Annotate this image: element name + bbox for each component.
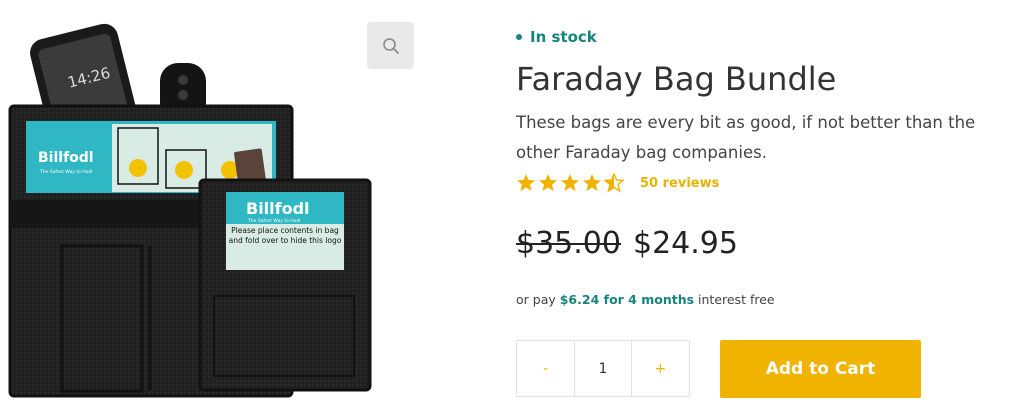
small-bag-tagline: The Safest Way to Hodl [247,218,301,224]
stock-status: In stock [516,28,597,46]
installment-suffix: interest free [694,292,775,307]
rating-stars [516,173,624,193]
decrease-quantity-button[interactable]: - [517,341,574,396]
product-title: Faraday Bag Bundle [516,60,837,98]
product-info: In stock Faraday Bag Bundle These bags a… [516,0,1024,405]
large-bag-logo: Billfodl [38,150,94,166]
rating: 50 reviews [516,173,719,193]
star-full-icon [517,174,535,191]
reviews-link[interactable]: 50 reviews [640,176,719,191]
quantity-input[interactable]: 1 [574,341,632,396]
installment-note: or pay $6.24 for 4 months interest free [516,292,775,307]
star-half-icon [604,173,624,193]
old-price: $35.00 [516,226,621,261]
installment-terms: $6.24 for 4 months [559,292,695,307]
current-price: $24.95 [632,226,738,261]
star-full-icon [561,174,579,191]
stock-status-label: In stock [530,28,597,46]
price-block: $35.00 $24.95 [516,226,738,261]
small-bag-logo: Billfodl [246,199,310,218]
add-to-cart-button[interactable]: Add to Cart [720,340,921,398]
small-bag: Billfodl The Safest Way to Hodl Please p… [198,178,372,392]
star-full-icon [583,174,601,191]
increase-quantity-button[interactable]: + [632,341,689,396]
bag-instructions: Please place contents in bag and fold ov… [228,226,342,245]
large-bag-tagline: The Safest Way to Hodl [39,169,93,175]
search-icon [382,37,399,54]
star-full-icon [539,174,557,191]
product-description: These bags are every bit as good, if not… [516,113,976,162]
quantity-stepper: - 1 + [516,340,690,397]
product-gallery: 14:26 Billfodl The Safest Way to Hodl Bi… [0,0,440,405]
installment-prefix: or pay [516,292,560,307]
zoom-button[interactable] [367,22,414,69]
stock-dot-icon [516,34,522,40]
